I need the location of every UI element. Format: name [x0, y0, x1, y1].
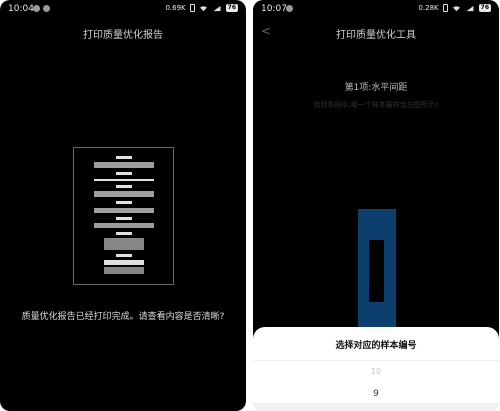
- vibrate-icon: [189, 4, 195, 12]
- battery-icon: 76: [478, 4, 491, 12]
- network-speed: 0.28K: [418, 4, 439, 12]
- notification-icons: [286, 5, 293, 12]
- battery-icon: 76: [225, 4, 238, 12]
- status-dot-icon: [43, 5, 50, 12]
- page-title: 打印质量优化报告: [83, 30, 163, 41]
- sample-picker-sheet: 选择对应的样本编号 10 9: [253, 327, 499, 411]
- signal-icon: [466, 5, 474, 11]
- status-dot-icon: [286, 5, 293, 12]
- step-hint: 找到条码中,哪一个样本最符合左图所示?: [313, 101, 439, 109]
- sample-pattern-gap: [369, 240, 384, 302]
- printed-report-preview: [73, 147, 174, 285]
- print-check-prompt: 质量优化报告已经打印完成。请查看内容是否清晰?: [21, 312, 225, 322]
- step-label: 第1项:水平间距: [344, 83, 408, 93]
- vibrate-icon: [442, 4, 448, 12]
- picker-option[interactable]: 10: [253, 367, 499, 376]
- wifi-icon: [199, 5, 207, 11]
- report-screen: 10:04 0.69K 76 打印质量优化报告 质量优化报告已经打印完成。请查看…: [0, 0, 246, 411]
- status-bar: 10:07 0.28K 76: [253, 0, 499, 18]
- status-time: 10:04: [8, 4, 34, 14]
- page-title: 打印质量优化工具: [336, 30, 416, 41]
- sheet-title: 选择对应的样本编号: [335, 341, 417, 351]
- notification-icons: [33, 5, 50, 12]
- divider: [253, 360, 499, 361]
- status-time: 10:07: [261, 4, 287, 14]
- report-pattern: [94, 156, 154, 274]
- optimize-tool-screen: 10:07 0.28K 76 < 打印质量优化工具 第1项:水平间距 找到条码中…: [253, 0, 499, 411]
- status-dot-icon: [33, 5, 40, 12]
- signal-icon: [213, 5, 221, 11]
- network-speed: 0.69K: [165, 4, 186, 12]
- wifi-icon: [452, 5, 460, 11]
- status-right: 0.69K 76: [165, 4, 238, 12]
- picker-option-selected[interactable]: 9: [253, 389, 499, 399]
- picker-selection-band: [253, 403, 499, 411]
- status-bar: 10:04 0.69K 76: [0, 0, 246, 18]
- status-right: 0.28K 76: [418, 4, 491, 12]
